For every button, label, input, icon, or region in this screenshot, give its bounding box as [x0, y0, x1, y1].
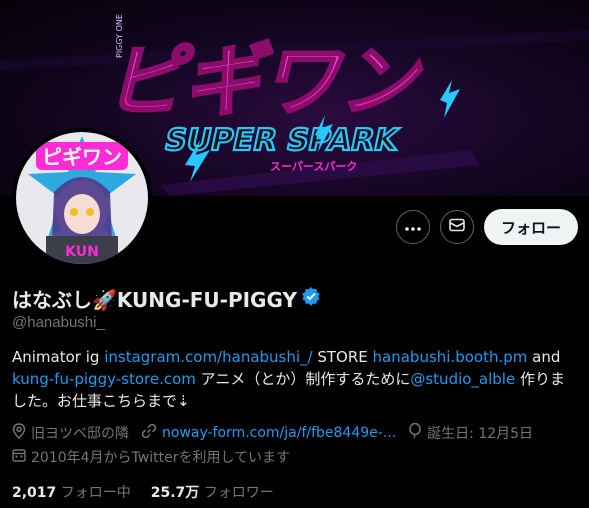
message-button[interactable] [439, 210, 474, 244]
more-icon [405, 218, 421, 236]
following-stat[interactable]: 2,017 フォロー中 [12, 482, 131, 502]
banner-title: ピギワン [100, 35, 435, 127]
bio-mention-studio[interactable]: @studio_alble [410, 370, 515, 388]
avatar-logo: ピギワン [42, 145, 122, 169]
avatar-illustration: ピギワン KUN [16, 132, 148, 264]
joined-text: 2010年4月からTwitterを利用しています [31, 450, 291, 466]
following-label: フォロー中 [60, 485, 131, 501]
location-item: 旧ヨツベ邸の隣 [12, 423, 129, 443]
followers-count: 25.7万 [150, 485, 200, 501]
bio-text: STORE [312, 348, 373, 366]
birthday-text: 誕生日: 12月5日 [427, 426, 534, 442]
banner-subtitle-kana: スーパースパーク [270, 160, 357, 173]
profile-meta-row-1: 旧ヨツベ邸の隣 noway-form.com/ja/f/fbe8449e-...… [12, 422, 534, 443]
display-name-row: はなぶし🚀KUNG-FU-PIGGY [12, 284, 321, 313]
profile-handle: @hanabushi_ [12, 314, 105, 331]
website-item: noway-form.com/ja/f/fbe8449e-... [141, 423, 396, 443]
bio-link-store[interactable]: kung-fu-piggy-store.com [12, 370, 196, 388]
envelope-icon [449, 218, 465, 237]
verified-badge-icon[interactable] [301, 286, 321, 311]
banner-subtitle: SUPER SPARK [161, 123, 402, 158]
follow-stats: 2,017 フォロー中 25.7万 フォロワー [12, 482, 274, 502]
website-link[interactable]: noway-form.com/ja/f/fbe8449e-... [162, 425, 396, 441]
more-options-button[interactable] [395, 210, 430, 244]
bio-text: アニメ（とか）制作するために [195, 370, 411, 388]
profile-actions: フォロー [395, 209, 578, 245]
bio-text: Animator ig [12, 348, 105, 366]
bio-link-booth[interactable]: hanabushi.booth.pm [373, 348, 528, 366]
profile-meta-row-2: 2010年4月からTwitterを利用しています [12, 447, 290, 467]
joined-item: 2010年4月からTwitterを利用しています [12, 447, 290, 467]
followers-stat[interactable]: 25.7万 フォロワー [151, 482, 274, 502]
following-count: 2,017 [12, 485, 57, 501]
avatar-tag: KUN [65, 244, 99, 260]
birthday-item: 誕生日: 12月5日 [408, 422, 534, 443]
location-pin-icon [12, 423, 26, 443]
display-name: はなぶし🚀KUNG-FU-PIGGY [12, 288, 297, 312]
profile-bio: Animator ig instagram.com/hanabushi_/ ST… [12, 346, 578, 412]
link-icon [141, 423, 157, 443]
bio-link-instagram[interactable]: instagram.com/hanabushi_/ [104, 348, 312, 366]
follow-button[interactable]: フォロー [483, 209, 578, 245]
bio-text: and [527, 348, 561, 366]
followers-label: フォロワー [203, 485, 274, 501]
balloon-icon [408, 422, 422, 443]
location-text: 旧ヨツベ邸の隣 [31, 426, 129, 442]
profile-avatar[interactable]: ピギワン KUN [12, 128, 152, 268]
calendar-icon [12, 448, 26, 466]
